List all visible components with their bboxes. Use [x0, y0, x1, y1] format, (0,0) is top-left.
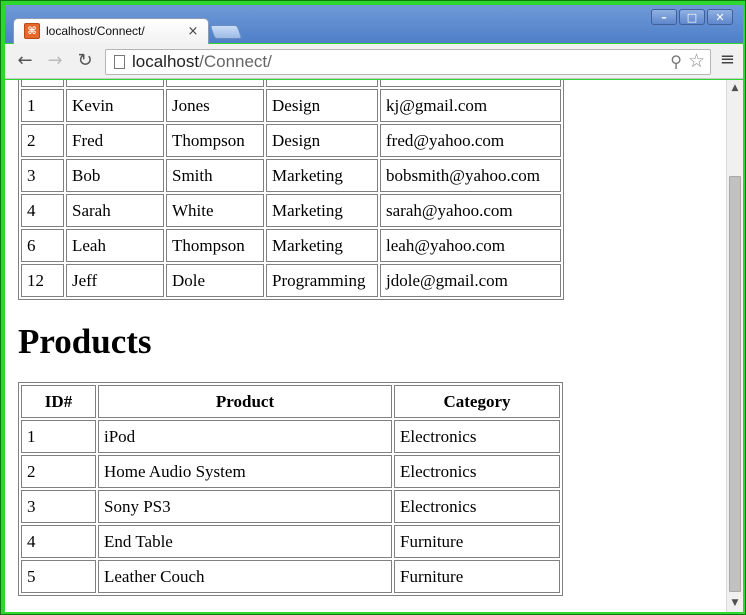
- table-header-row: ID# Product Category: [21, 385, 560, 418]
- table-row: 4 Sarah White Marketing sarah@yahoo.com: [21, 194, 561, 227]
- table-cell: Leather Couch: [98, 560, 392, 593]
- table-cell: Furniture: [394, 560, 560, 593]
- table-cell: [380, 80, 561, 87]
- table-cell: Sarah: [66, 194, 164, 227]
- table-cell: Jeff: [66, 264, 164, 297]
- scroll-down-arrow-icon[interactable]: ▼: [727, 595, 743, 612]
- table-cell: 3: [21, 490, 96, 523]
- table-cell: 12: [21, 264, 64, 297]
- table-row: 2 Home Audio System Electronics: [21, 455, 560, 488]
- table-cell: bobsmith@yahoo.com: [380, 159, 561, 192]
- scroll-up-arrow-icon[interactable]: ▲: [727, 80, 743, 97]
- table-cell: White: [166, 194, 264, 227]
- back-button[interactable]: ←: [13, 50, 37, 72]
- close-window-button[interactable]: ✕: [707, 9, 733, 25]
- table-row: 6 Leah Thompson Marketing leah@yahoo.com: [21, 229, 561, 262]
- table-cell: Design: [266, 89, 378, 122]
- table-cell: [21, 80, 64, 87]
- table-cell: leah@yahoo.com: [380, 229, 561, 262]
- table-cell: Smith: [166, 159, 264, 192]
- scrollbar-thumb[interactable]: [729, 176, 741, 592]
- table-cell: Marketing: [266, 229, 378, 262]
- minimize-button[interactable]: –: [651, 9, 677, 25]
- table-cell: Electronics: [394, 455, 560, 488]
- table-cell: Fred: [66, 124, 164, 157]
- table-cell: 3: [21, 159, 64, 192]
- url-path: /Connect/: [199, 52, 272, 71]
- table-cell: Jones: [166, 89, 264, 122]
- table-cell: Leah: [66, 229, 164, 262]
- column-header-product: Product: [98, 385, 392, 418]
- table-cell: 2: [21, 455, 96, 488]
- table-cell: Marketing: [266, 159, 378, 192]
- table-row: 3 Bob Smith Marketing bobsmith@yahoo.com: [21, 159, 561, 192]
- table-cell: Programming: [266, 264, 378, 297]
- table-cell: sarah@yahoo.com: [380, 194, 561, 227]
- table-cell: 5: [21, 560, 96, 593]
- address-bar[interactable]: localhost/Connect/ ⚲ ☆: [105, 49, 711, 75]
- close-tab-icon[interactable]: ×: [186, 24, 200, 39]
- table-cell: 6: [21, 229, 64, 262]
- browser-window: – □ ✕ ⌘ localhost/Connect/ × ← → ↻ local…: [0, 0, 746, 615]
- table-row: 12 Jeff Dole Programming jdole@gmail.com: [21, 264, 561, 297]
- table-cell: 4: [21, 525, 96, 558]
- table-cell: 1: [21, 89, 64, 122]
- table-cell: Kevin: [66, 89, 164, 122]
- table-cell: [66, 80, 164, 87]
- table-cell: iPod: [98, 420, 392, 453]
- table-cell: Marketing: [266, 194, 378, 227]
- page-viewport: 1 Kevin Jones Design kj@gmail.com 2 Fred Thomps…: [5, 80, 743, 612]
- new-tab-button[interactable]: [209, 25, 243, 39]
- table-row: [21, 80, 561, 87]
- products-heading: Products: [18, 322, 152, 361]
- tab-title: localhost/Connect/: [46, 24, 145, 38]
- table-cell: jdole@gmail.com: [380, 264, 561, 297]
- maximize-button[interactable]: □: [679, 9, 705, 25]
- table-row: 5 Leather Couch Furniture: [21, 560, 560, 593]
- table-cell: Electronics: [394, 420, 560, 453]
- table-cell: 4: [21, 194, 64, 227]
- table-cell: Design: [266, 124, 378, 157]
- table-row: 3 Sony PS3 Electronics: [21, 490, 560, 523]
- page-content: 1 Kevin Jones Design kj@gmail.com 2 Fred Thomps…: [18, 80, 578, 596]
- page-icon: [114, 55, 125, 69]
- favicon-icon: ⌘: [24, 23, 40, 39]
- zoom-icon[interactable]: ⚲: [670, 52, 682, 71]
- chrome-menu-icon[interactable]: ≡: [720, 49, 735, 70]
- table-cell: Bob: [66, 159, 164, 192]
- table-cell: [166, 80, 264, 87]
- table-cell: kj@gmail.com: [380, 89, 561, 122]
- reload-button[interactable]: ↻: [73, 50, 97, 72]
- table-row: 4 End Table Furniture: [21, 525, 560, 558]
- bookmark-star-icon[interactable]: ☆: [688, 50, 705, 72]
- url-host: localhost: [132, 52, 200, 71]
- table-cell: End Table: [98, 525, 392, 558]
- table-cell: Thompson: [166, 124, 264, 157]
- vertical-scrollbar[interactable]: ▲ ▼: [726, 80, 743, 612]
- window-controls: – □ ✕: [651, 9, 733, 25]
- browser-toolbar: ← → ↻ localhost/Connect/ ⚲ ☆ ≡: [5, 44, 743, 79]
- table-cell: Home Audio System: [98, 455, 392, 488]
- column-header-id: ID#: [21, 385, 96, 418]
- table-cell: Sony PS3: [98, 490, 392, 523]
- table-cell: fred@yahoo.com: [380, 124, 561, 157]
- employees-table: 1 Kevin Jones Design kj@gmail.com 2 Fred Thomps…: [18, 80, 564, 300]
- column-header-category: Category: [394, 385, 560, 418]
- url-text[interactable]: localhost/Connect/: [132, 52, 272, 72]
- table-row: 2 Fred Thompson Design fred@yahoo.com: [21, 124, 561, 157]
- table-cell: Furniture: [394, 525, 560, 558]
- table-cell: [266, 80, 378, 87]
- table-cell: Thompson: [166, 229, 264, 262]
- table-row: 1 iPod Electronics: [21, 420, 560, 453]
- table-row: 1 Kevin Jones Design kj@gmail.com: [21, 89, 561, 122]
- products-table: ID# Product Category 1 iPod Electronics 2 Ho…: [18, 382, 563, 596]
- forward-button[interactable]: →: [43, 50, 67, 72]
- table-cell: Dole: [166, 264, 264, 297]
- table-cell: Electronics: [394, 490, 560, 523]
- table-cell: 2: [21, 124, 64, 157]
- table-cell: 1: [21, 420, 96, 453]
- tab-active[interactable]: ⌘ localhost/Connect/ ×: [13, 18, 209, 44]
